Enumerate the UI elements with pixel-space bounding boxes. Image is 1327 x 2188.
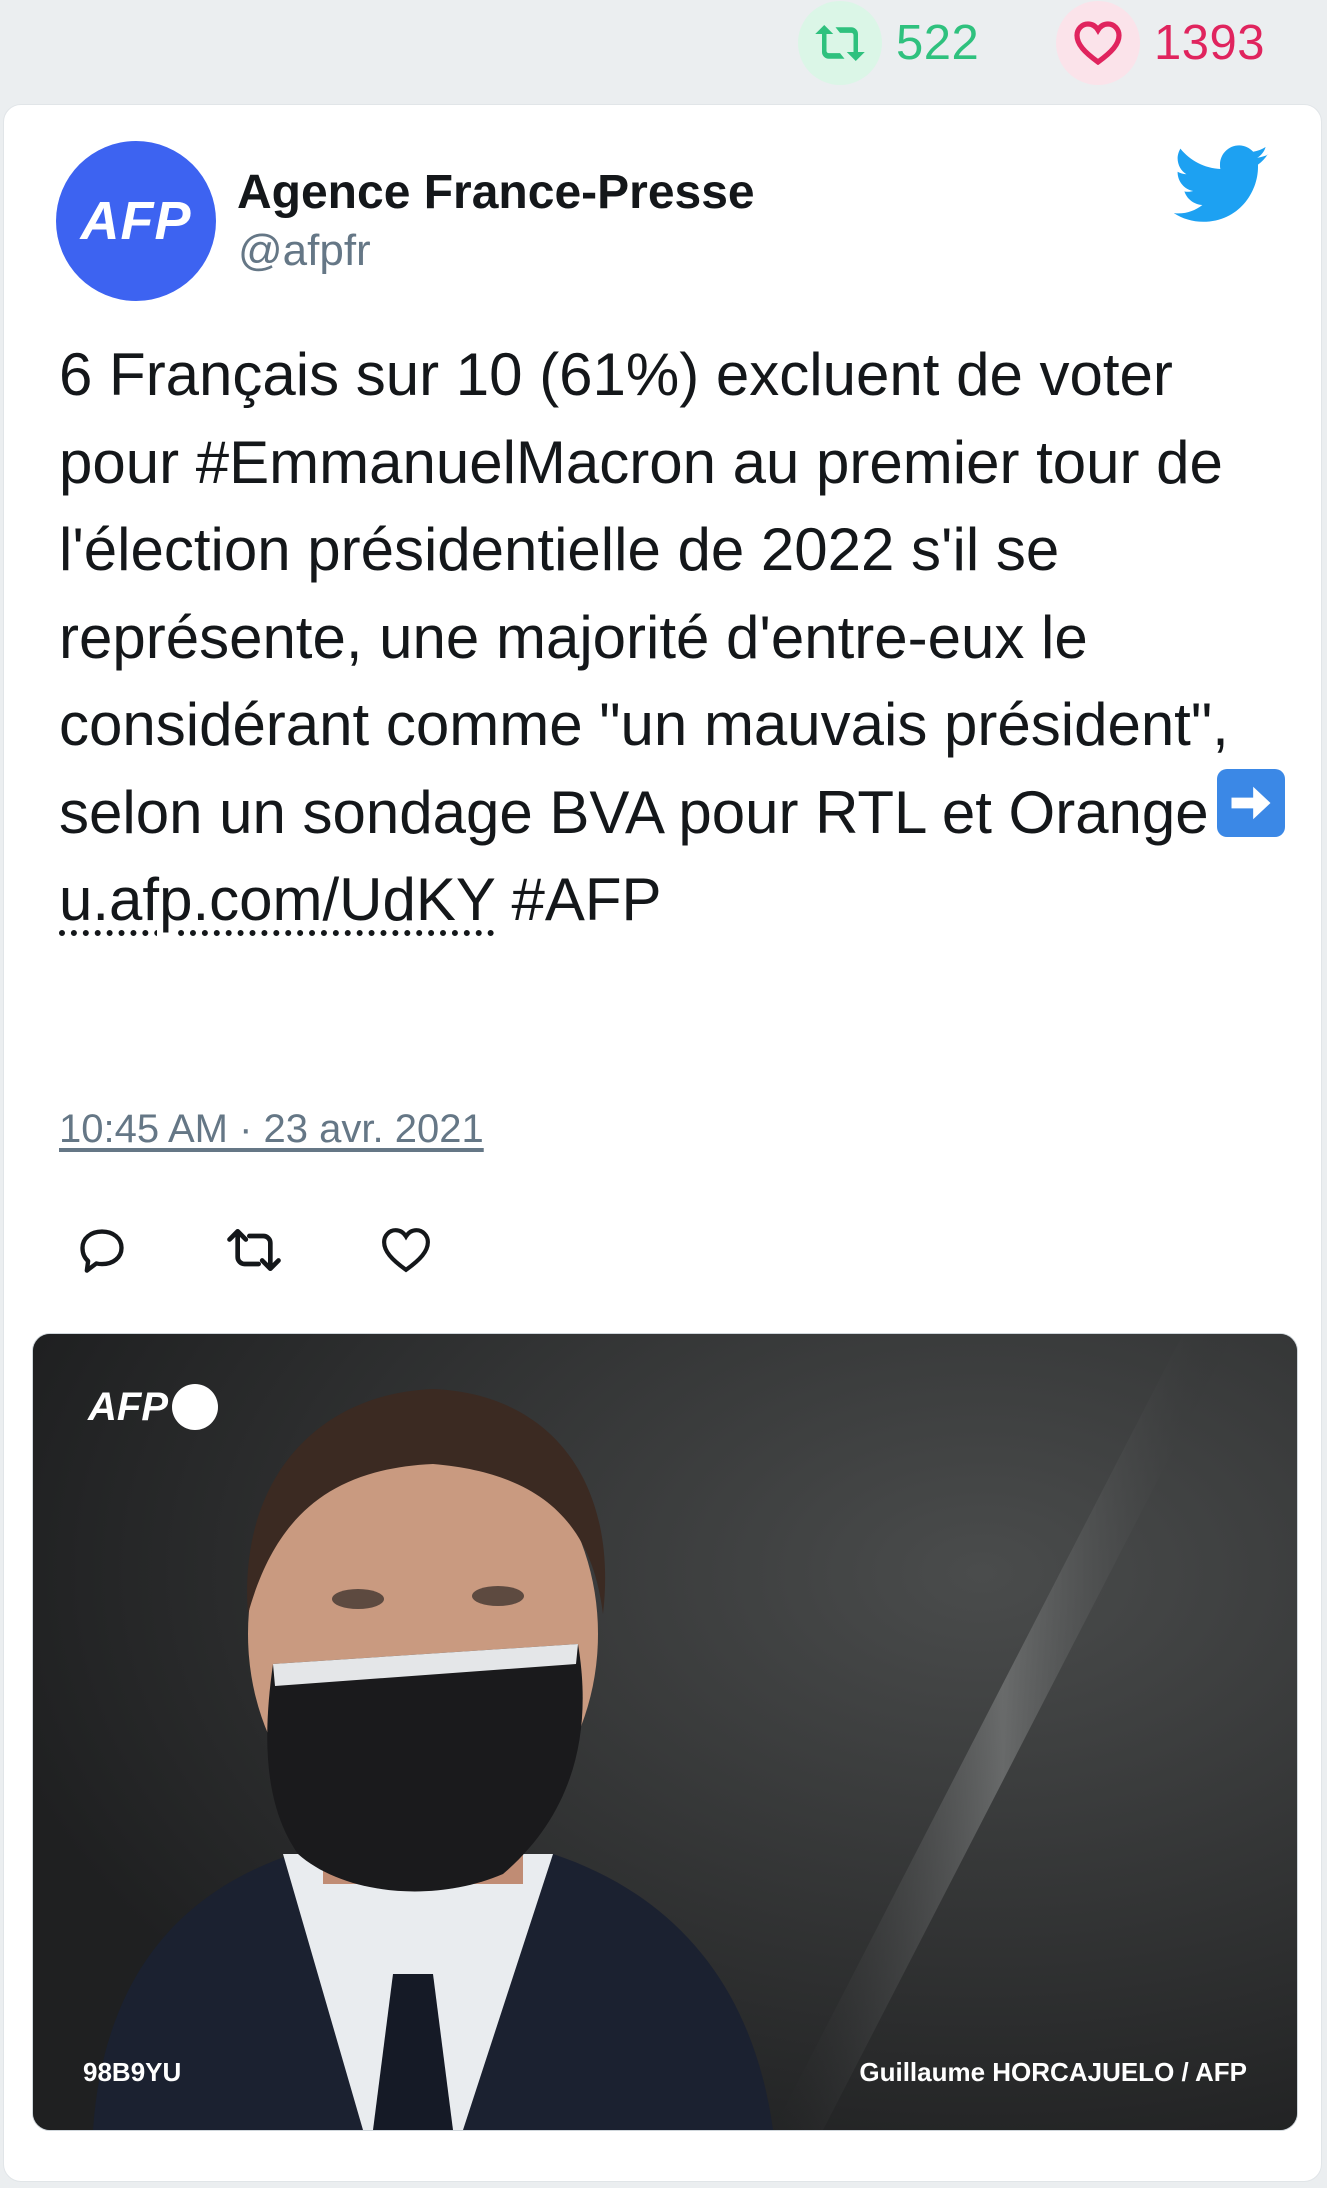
agency-logo-dot-icon bbox=[172, 1384, 218, 1430]
stats-bar: 522 1393 bbox=[0, 0, 1327, 90]
photo-credit: Guillaume HORCAJUELO / AFP bbox=[859, 2057, 1247, 2087]
photo-id: 98B9YU bbox=[83, 2057, 182, 2087]
agency-watermark: AFP bbox=[88, 1384, 218, 1430]
agency-logo-text: AFP bbox=[88, 1384, 168, 1429]
author-name[interactable]: Agence France-Presse bbox=[237, 165, 755, 220]
photo-illustration bbox=[33, 1334, 1297, 2130]
tweet-text: 6 Français sur 10 (61%) excluent de vote… bbox=[59, 331, 1289, 944]
like-icon[interactable] bbox=[378, 1222, 434, 1278]
right-arrow-icon bbox=[1216, 768, 1285, 837]
hashtag-afp[interactable]: #AFP bbox=[511, 866, 661, 933]
twitter-bird-icon[interactable] bbox=[1173, 145, 1270, 225]
retweet-action-icon[interactable] bbox=[226, 1222, 282, 1278]
heart-icon[interactable] bbox=[1056, 1, 1140, 85]
tweet-body: 6 Français sur 10 (61%) excluent de vote… bbox=[59, 341, 1246, 846]
retweet-stat[interactable]: 522 bbox=[798, 1, 980, 85]
tweet-timestamp[interactable]: 10:45 AM · 23 avr. 2021 bbox=[59, 1107, 484, 1152]
retweet-icon[interactable] bbox=[798, 1, 882, 85]
like-count: 1393 bbox=[1154, 16, 1266, 70]
avatar[interactable]: AFP bbox=[56, 141, 216, 301]
tweet-card: AFP Agence France-Presse @afpfr 6 França… bbox=[3, 104, 1322, 2182]
author-handle[interactable]: @afpfr bbox=[238, 226, 371, 276]
tweet-actions bbox=[74, 1222, 530, 1278]
tweet-link[interactable]: u.afp.com/UdKY bbox=[59, 866, 495, 933]
avatar-label: AFP bbox=[80, 191, 192, 251]
reply-icon[interactable] bbox=[74, 1222, 130, 1278]
like-stat[interactable]: 1393 bbox=[1056, 1, 1266, 85]
tweet-photo[interactable]: AFP 98B9YU Guillaume HORCAJUELO / AFP bbox=[32, 1333, 1298, 2131]
retweet-count: 522 bbox=[896, 16, 980, 70]
